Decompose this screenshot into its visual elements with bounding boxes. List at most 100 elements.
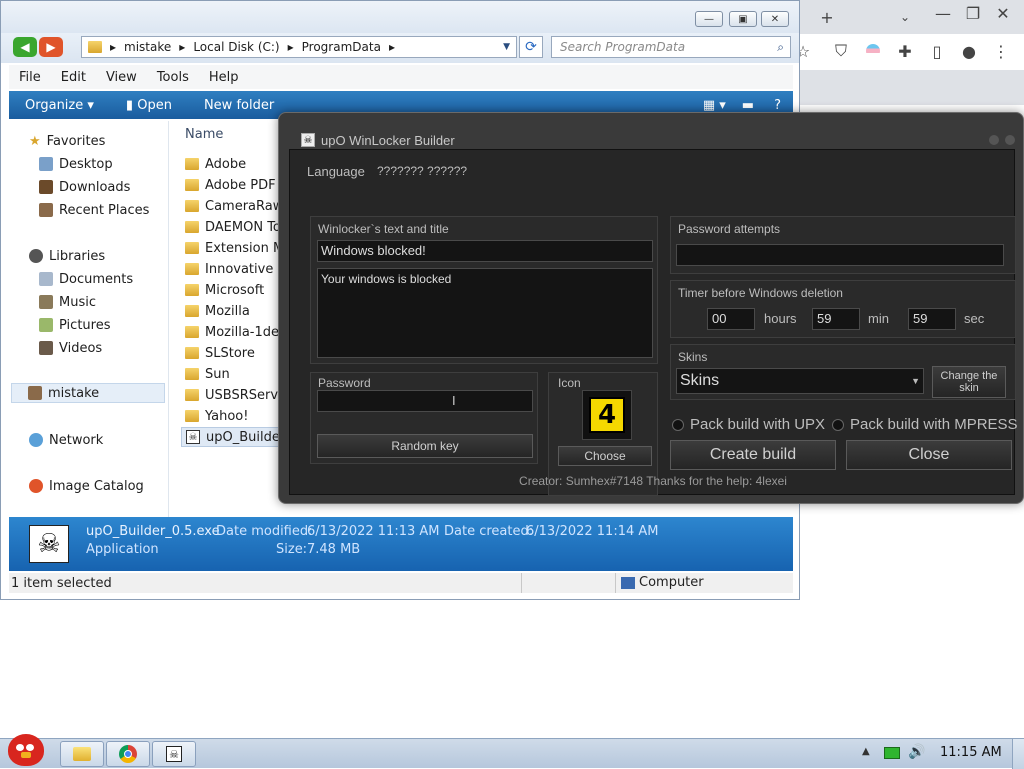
address-dropdown-icon[interactable]: ▼	[503, 42, 510, 52]
mpress-label: Pack build with MPRESS	[850, 416, 1018, 433]
builder-minimize-button[interactable]	[989, 135, 999, 145]
nav-documents[interactable]: Documents	[39, 269, 133, 289]
skins-select[interactable]: Skins ▼	[676, 368, 924, 394]
hours-input[interactable]: 00	[707, 308, 755, 330]
sec-input[interactable]: 59	[908, 308, 956, 330]
menu-view[interactable]: View	[96, 70, 147, 85]
list-item[interactable]: Adobe	[185, 154, 246, 174]
sec-label: sec	[964, 311, 985, 326]
list-item[interactable]: CameraRaw	[185, 196, 283, 216]
icon-label: Icon	[558, 376, 581, 390]
new-folder-button[interactable]: New folder	[188, 98, 290, 113]
list-item[interactable]: Mozilla	[185, 301, 250, 321]
menu-file[interactable]: File	[9, 70, 51, 85]
icon-preview[interactable]: 4	[582, 390, 632, 440]
nav-user[interactable]: mistake	[11, 383, 165, 403]
open-button[interactable]: ▮ Open	[110, 98, 188, 113]
list-item[interactable]: Mozilla-1de4e	[185, 322, 287, 342]
upx-radio[interactable]: Pack build with UPX	[672, 416, 825, 433]
nav-image-catalog[interactable]: Image Catalog	[29, 476, 144, 496]
chrome-close-button[interactable]: ✕	[988, 0, 1018, 26]
nav-recent[interactable]: Recent Places	[39, 200, 149, 220]
list-item[interactable]: Adobe PDF	[185, 175, 276, 195]
explorer-close-button[interactable]: ✕	[761, 11, 789, 27]
search-icon[interactable]: ⌕	[777, 40, 784, 55]
organize-button[interactable]: Organize ▾	[9, 98, 110, 113]
extension-flag-icon[interactable]	[858, 38, 888, 64]
tab-search-chevron-icon[interactable]: ⌄	[890, 4, 920, 30]
tray-expand-icon[interactable]: ▲	[862, 746, 870, 757]
nav-music[interactable]: Music	[39, 292, 96, 312]
password-input[interactable]: I	[317, 390, 533, 412]
breadcrumb-item[interactable]: Local Disk (C:)	[193, 40, 279, 54]
search-input[interactable]: Search ProgramData ⌕	[551, 36, 791, 58]
menu-help[interactable]: Help	[199, 70, 249, 85]
chrome-restore-button[interactable]: ❐	[958, 0, 988, 26]
explorer-minimize-button[interactable]: —	[695, 11, 723, 27]
refresh-icon[interactable]: ⟳	[519, 36, 543, 58]
list-item[interactable]: SLStore	[185, 343, 255, 363]
create-build-button[interactable]: Create build	[670, 440, 836, 470]
back-arrow-icon[interactable]: ◀	[13, 37, 37, 57]
show-desktop-button[interactable]	[1012, 739, 1024, 769]
random-key-button[interactable]: Random key	[317, 434, 533, 458]
menu-edit[interactable]: Edit	[51, 70, 96, 85]
nav-libraries[interactable]: Libraries	[29, 246, 105, 266]
explorer-maximize-button[interactable]: ▣	[729, 11, 757, 27]
radio-icon	[832, 418, 844, 431]
choose-icon-button[interactable]: Choose	[558, 446, 652, 466]
body-textarea[interactable]: Your windows is blocked	[317, 268, 653, 358]
nav-videos[interactable]: Videos	[39, 338, 102, 358]
menu-tools[interactable]: Tools	[147, 70, 199, 85]
side-panel-icon[interactable]: ▯	[922, 38, 952, 64]
list-item[interactable]: Innovative So	[185, 259, 287, 279]
nav-downloads[interactable]: Downloads	[39, 177, 130, 197]
view-options-icon[interactable]: ▦ ▾	[695, 98, 734, 113]
nav-desktop[interactable]: Desktop	[39, 154, 113, 174]
attempts-input[interactable]	[676, 244, 1004, 266]
list-item[interactable]: Sun	[185, 364, 230, 384]
creator-footer: Creator: Sumhex#7148 Thanks for the help…	[519, 474, 787, 488]
mpress-radio[interactable]: Pack build with MPRESS	[832, 416, 1018, 433]
list-item[interactable]: USBSRService	[185, 385, 287, 405]
language-select[interactable]: ??????? ??????	[377, 164, 467, 178]
builder-close-dot-button[interactable]	[1005, 135, 1015, 145]
radio-icon	[672, 418, 684, 431]
details-pane: ☠ upO_Builder_0.5.exe Application Date m…	[9, 517, 793, 571]
list-item[interactable]: Microsoft	[185, 280, 264, 300]
details-created-label: Date created:	[444, 524, 534, 539]
close-button[interactable]: Close	[846, 440, 1012, 470]
taskbar-builder-button[interactable]: ☠	[152, 741, 196, 767]
nav-pictures[interactable]: Pictures	[39, 315, 110, 335]
builder-window: ☠ upO WinLocker Builder Language ???????…	[278, 112, 1024, 504]
address-bar[interactable]: ▸ mistake ▸ Local Disk (C:) ▸ ProgramDat…	[81, 36, 517, 58]
list-item[interactable]: DAEMON Too	[185, 217, 287, 237]
help-icon[interactable]: ?	[762, 98, 793, 113]
chrome-minimize-button[interactable]: —	[928, 0, 958, 26]
volume-icon[interactable]: 🔊	[908, 744, 925, 760]
clock[interactable]: 11:15 AM	[940, 745, 1002, 760]
nav-network[interactable]: Network	[29, 430, 103, 450]
extensions-puzzle-icon[interactable]: ✚	[890, 38, 920, 64]
list-item[interactable]: Yahoo!	[185, 406, 248, 426]
column-header-name[interactable]: Name	[185, 127, 223, 142]
details-created: 6/13/2022 11:14 AM	[526, 524, 659, 539]
profile-avatar-icon[interactable]: ●	[954, 38, 984, 64]
forward-arrow-icon[interactable]: ▶	[39, 37, 63, 57]
start-button[interactable]	[4, 731, 48, 769]
chrome-menu-icon[interactable]: ⋮	[986, 38, 1016, 64]
list-item-selected[interactable]: ☠ upO_Builder_0	[181, 427, 287, 447]
breadcrumb-item[interactable]: mistake	[124, 40, 171, 54]
nav-favorites[interactable]: ★ Favorites	[29, 131, 105, 151]
taskbar-explorer-button[interactable]	[60, 741, 104, 767]
min-input[interactable]: 59	[812, 308, 860, 330]
new-tab-button[interactable]: +	[812, 4, 842, 30]
change-skin-button[interactable]: Change the skin	[932, 366, 1006, 398]
ublock-icon[interactable]: ⛉	[826, 38, 856, 64]
taskbar-chrome-button[interactable]	[106, 741, 150, 767]
breadcrumb-item[interactable]: ProgramData	[302, 40, 381, 54]
battery-icon[interactable]	[884, 747, 900, 759]
preview-pane-icon[interactable]: ▬	[734, 98, 762, 113]
title-input[interactable]: Windows blocked!	[317, 240, 653, 262]
list-item[interactable]: Extension Ma	[185, 238, 287, 258]
